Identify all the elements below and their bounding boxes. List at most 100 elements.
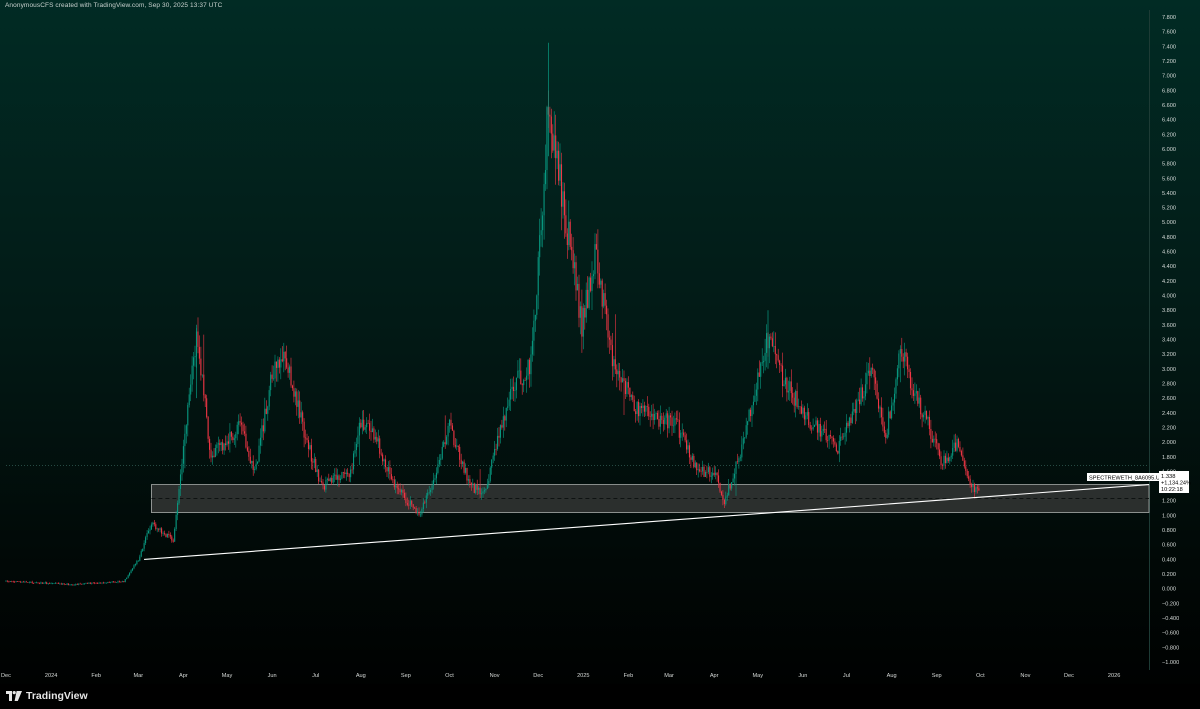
candle-body bbox=[527, 359, 529, 376]
candle-body bbox=[241, 422, 243, 425]
candle-body bbox=[486, 483, 488, 489]
candle-body bbox=[235, 434, 237, 439]
candle-body bbox=[684, 435, 686, 441]
candle-body bbox=[651, 413, 653, 417]
candle-body bbox=[780, 365, 782, 366]
candle-body bbox=[512, 386, 515, 391]
candle-body bbox=[108, 582, 110, 583]
candle-body bbox=[222, 442, 224, 451]
candle-body bbox=[539, 235, 541, 258]
candle-body bbox=[697, 469, 699, 471]
candle-body bbox=[120, 581, 122, 583]
candle-body bbox=[914, 393, 916, 396]
candle-body bbox=[403, 492, 405, 498]
candle-body bbox=[827, 440, 829, 441]
candle-body bbox=[268, 390, 270, 407]
candle-body bbox=[645, 406, 647, 412]
price-tick-label: 7.000 bbox=[1162, 74, 1176, 80]
candle-body bbox=[102, 582, 104, 584]
candle-body bbox=[137, 560, 139, 562]
candle-body bbox=[123, 581, 125, 583]
price-tick-label: 5.800 bbox=[1162, 162, 1176, 168]
candle-body bbox=[281, 359, 283, 362]
candle-body bbox=[665, 413, 667, 418]
candle-body bbox=[432, 479, 435, 486]
candle-body bbox=[702, 466, 704, 472]
candle-body bbox=[504, 416, 506, 421]
candle-body bbox=[594, 244, 596, 275]
candle-body bbox=[131, 568, 134, 571]
candle-body bbox=[848, 417, 850, 427]
candle-body bbox=[149, 529, 151, 531]
support-zone[interactable] bbox=[150, 484, 1150, 513]
candle-body bbox=[963, 460, 965, 467]
candle-body bbox=[722, 494, 724, 500]
candle-body bbox=[968, 476, 970, 479]
candle-body bbox=[278, 359, 280, 368]
time-axis[interactable]: Dec 2024 Feb Mar Apr May Jun Jul Aug Sep Oct Nov Dec… bbox=[1, 673, 1120, 679]
candle-body bbox=[251, 460, 253, 463]
candle-body bbox=[435, 472, 437, 479]
candle-body bbox=[316, 469, 318, 472]
price-chart[interactable]: 7.800 7.600 7.400 7.200 7.000 6.800 6.600 6.400… bbox=[0, 0, 1200, 709]
price-axis[interactable]: 7.800 7.600 7.400 7.200 7.000 6.800 6.600 6.400… bbox=[1162, 15, 1179, 666]
candle-body bbox=[283, 351, 285, 362]
price-tick-label: 7.800 bbox=[1162, 15, 1176, 21]
candle-body bbox=[809, 425, 811, 429]
candle-body bbox=[802, 407, 804, 414]
candle-body bbox=[915, 391, 917, 394]
candle-body bbox=[450, 419, 452, 426]
candle-body bbox=[59, 583, 61, 585]
candle-body bbox=[907, 356, 909, 370]
candle-body bbox=[831, 436, 833, 438]
chart-area[interactable]: AnonymousCFS created with TradingView.co… bbox=[0, 0, 1200, 709]
candle-body bbox=[214, 448, 216, 457]
candle-body bbox=[232, 436, 234, 440]
candle-body bbox=[840, 436, 842, 441]
candle-body bbox=[46, 582, 48, 584]
candle-body bbox=[319, 481, 321, 482]
candle-body bbox=[606, 305, 608, 315]
candle-body bbox=[124, 579, 126, 583]
candle-body bbox=[457, 445, 459, 447]
candle-body bbox=[716, 472, 718, 476]
candle-body bbox=[931, 438, 933, 443]
candle-body bbox=[111, 581, 113, 583]
candle-body bbox=[430, 490, 432, 493]
candle-body bbox=[265, 408, 267, 414]
candle-body bbox=[973, 484, 976, 492]
candle-body bbox=[965, 466, 967, 471]
candle-body bbox=[364, 427, 366, 430]
candle-body bbox=[280, 359, 282, 368]
candle-body bbox=[617, 370, 619, 375]
candle-body bbox=[284, 351, 286, 359]
candle-body bbox=[562, 191, 564, 207]
candle-body bbox=[142, 548, 144, 552]
candle-body bbox=[918, 397, 920, 404]
time-tick-label: Jun bbox=[798, 673, 807, 679]
candle-body bbox=[67, 583, 70, 585]
price-tick-label: 4.800 bbox=[1162, 235, 1176, 241]
candle-body bbox=[571, 246, 573, 251]
candle-body bbox=[14, 581, 16, 583]
candle-body bbox=[463, 461, 465, 473]
candle-body bbox=[939, 449, 941, 457]
price-tick-label: 2.800 bbox=[1162, 382, 1176, 388]
candle-body bbox=[940, 456, 942, 466]
candle-body bbox=[323, 485, 326, 490]
candle-body bbox=[633, 399, 635, 412]
candle-body bbox=[934, 438, 936, 440]
candle-body bbox=[147, 530, 150, 534]
candle-body bbox=[957, 438, 960, 447]
price-tick-label: 3.400 bbox=[1162, 338, 1176, 344]
candle-body bbox=[347, 472, 349, 475]
candle-body bbox=[206, 398, 208, 417]
candle-body bbox=[315, 459, 317, 472]
candle-body bbox=[895, 379, 897, 394]
candle-body bbox=[720, 491, 723, 495]
candle-body bbox=[656, 413, 659, 419]
tradingview-logo[interactable]: TradingView bbox=[6, 690, 88, 702]
candle-body bbox=[243, 431, 246, 434]
candle-body bbox=[270, 374, 272, 391]
candle-body bbox=[886, 434, 888, 438]
